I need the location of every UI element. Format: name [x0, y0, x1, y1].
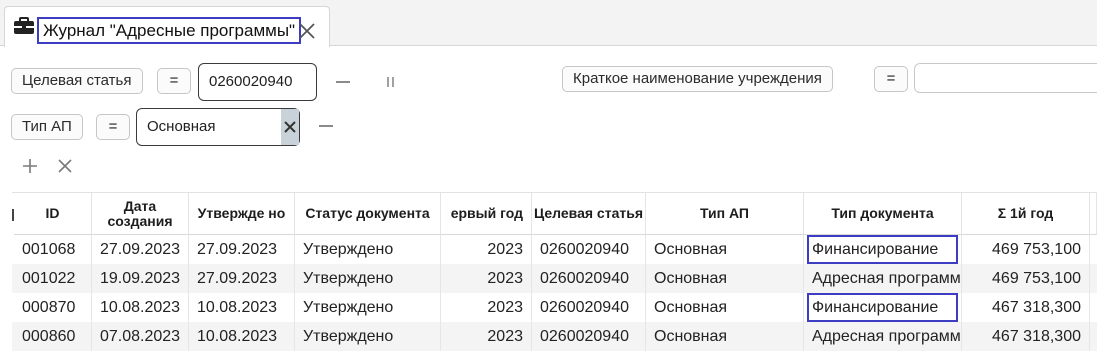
cell-approved: 27.09.2023 — [189, 264, 295, 293]
close-icon[interactable] — [56, 157, 74, 175]
filter-ap-type-label[interactable]: Тип АП — [11, 114, 83, 140]
tab-bar: Журнал "Адресные программы" — [0, 0, 1097, 47]
filter-ap-type-operator[interactable]: = — [96, 114, 130, 140]
column-header-ap-type[interactable]: Тип АП — [646, 193, 804, 235]
cell-status: Утверждено — [295, 293, 441, 322]
filter-institution-label[interactable]: Краткое наименование учреждения — [562, 66, 833, 92]
cell-article: 0260020940 — [532, 322, 646, 351]
cell-ap-type: Основная — [646, 264, 804, 293]
cell-first-year: 2023 — [441, 264, 532, 293]
filter-ap-type-input[interactable]: Основная — [136, 108, 300, 146]
filter-target-article-operator[interactable]: = — [157, 68, 191, 94]
cell-article: 0260020940 — [532, 293, 646, 322]
table-row[interactable]: 000860 07.08.2023 10.08.2023 Утверждено … — [12, 322, 1097, 351]
cell-sum-first-year: 469 753,100 — [962, 264, 1090, 293]
filter-target-article-label[interactable]: Целевая статья — [11, 68, 143, 94]
remove-filter-button[interactable] — [319, 125, 333, 127]
close-icon[interactable] — [297, 21, 317, 41]
cell-sum-first-year: 467 318,300 — [962, 293, 1090, 322]
filter-ap-type-clear-button[interactable] — [281, 109, 299, 145]
column-header-created[interactable]: Дата создания — [92, 193, 189, 235]
cell-doc-type: Адресная программа — [804, 264, 962, 293]
filter-target-article-input[interactable]: 0260020940 — [198, 63, 317, 101]
cell-created: 07.08.2023 — [92, 322, 189, 351]
cell-first-year: 2023 — [441, 322, 532, 351]
cell-approved: 10.08.2023 — [189, 293, 295, 322]
briefcase-icon — [14, 17, 34, 34]
cell-approved: 10.08.2023 — [189, 322, 295, 351]
cell-doc-type: Финансирование — [804, 235, 962, 264]
column-header-id[interactable]: ID — [14, 193, 92, 235]
cell-approved: 27.09.2023 — [189, 235, 295, 264]
tab-title: Журнал "Адресные программы" — [37, 17, 302, 44]
table-row[interactable]: 001068 27.09.2023 27.09.2023 Утверждено … — [12, 235, 1097, 264]
cell-sum-first-year: 469 753,100 — [962, 235, 1090, 264]
cell-status: Утверждено — [295, 322, 441, 351]
column-header-article[interactable]: Целевая статья — [532, 193, 646, 235]
cell-id: 001022 — [14, 264, 92, 293]
cell-ap-type: Основная — [646, 322, 804, 351]
cell-article: 0260020940 — [532, 264, 646, 293]
cell-id: 000870 — [14, 293, 92, 322]
table-row[interactable]: 001022 19.09.2023 27.09.2023 Утверждено … — [12, 264, 1097, 293]
plus-icon[interactable] — [21, 157, 39, 175]
column-header-doc-type[interactable]: Тип документа — [804, 193, 962, 235]
data-grid: ID Дата создания Утвержде но Статус доку… — [12, 192, 1097, 356]
filter-institution-operator[interactable]: = — [874, 66, 908, 92]
tab-journal[interactable]: Журнал "Адресные программы" — [4, 6, 330, 47]
column-header-sum-first-year[interactable]: Σ 1й год — [962, 193, 1090, 235]
cell-ap-type: Основная — [646, 235, 804, 264]
cell-status: Утверждено — [295, 264, 441, 293]
cell-status: Утверждено — [295, 235, 441, 264]
cell-created: 10.08.2023 — [92, 293, 189, 322]
remove-filter-button[interactable] — [336, 81, 350, 83]
column-header-overflow — [1090, 193, 1097, 235]
pause-filter-button[interactable] — [387, 77, 395, 87]
cell-ap-type: Основная — [646, 293, 804, 322]
cell-doc-type: Адресная программа — [804, 322, 962, 351]
table-row[interactable]: 000870 10.08.2023 10.08.2023 Утверждено … — [12, 293, 1097, 322]
filter-institution-input[interactable] — [914, 63, 1097, 93]
column-header-first-year[interactable]: ервый год — [441, 193, 532, 235]
column-header-approved[interactable]: Утвержде но — [189, 193, 295, 235]
cell-first-year: 2023 — [441, 293, 532, 322]
cell-created: 19.09.2023 — [92, 264, 189, 293]
column-header-status[interactable]: Статус документа — [295, 193, 441, 235]
cell-id: 001068 — [14, 235, 92, 264]
cell-sum-first-year: 467 318,300 — [962, 322, 1090, 351]
cell-first-year: 2023 — [441, 235, 532, 264]
cell-id: 000860 — [14, 322, 92, 351]
close-icon — [284, 121, 296, 133]
cell-article: 0260020940 — [532, 235, 646, 264]
cell-doc-type: Финансирование — [804, 293, 962, 322]
cell-created: 27.09.2023 — [92, 235, 189, 264]
